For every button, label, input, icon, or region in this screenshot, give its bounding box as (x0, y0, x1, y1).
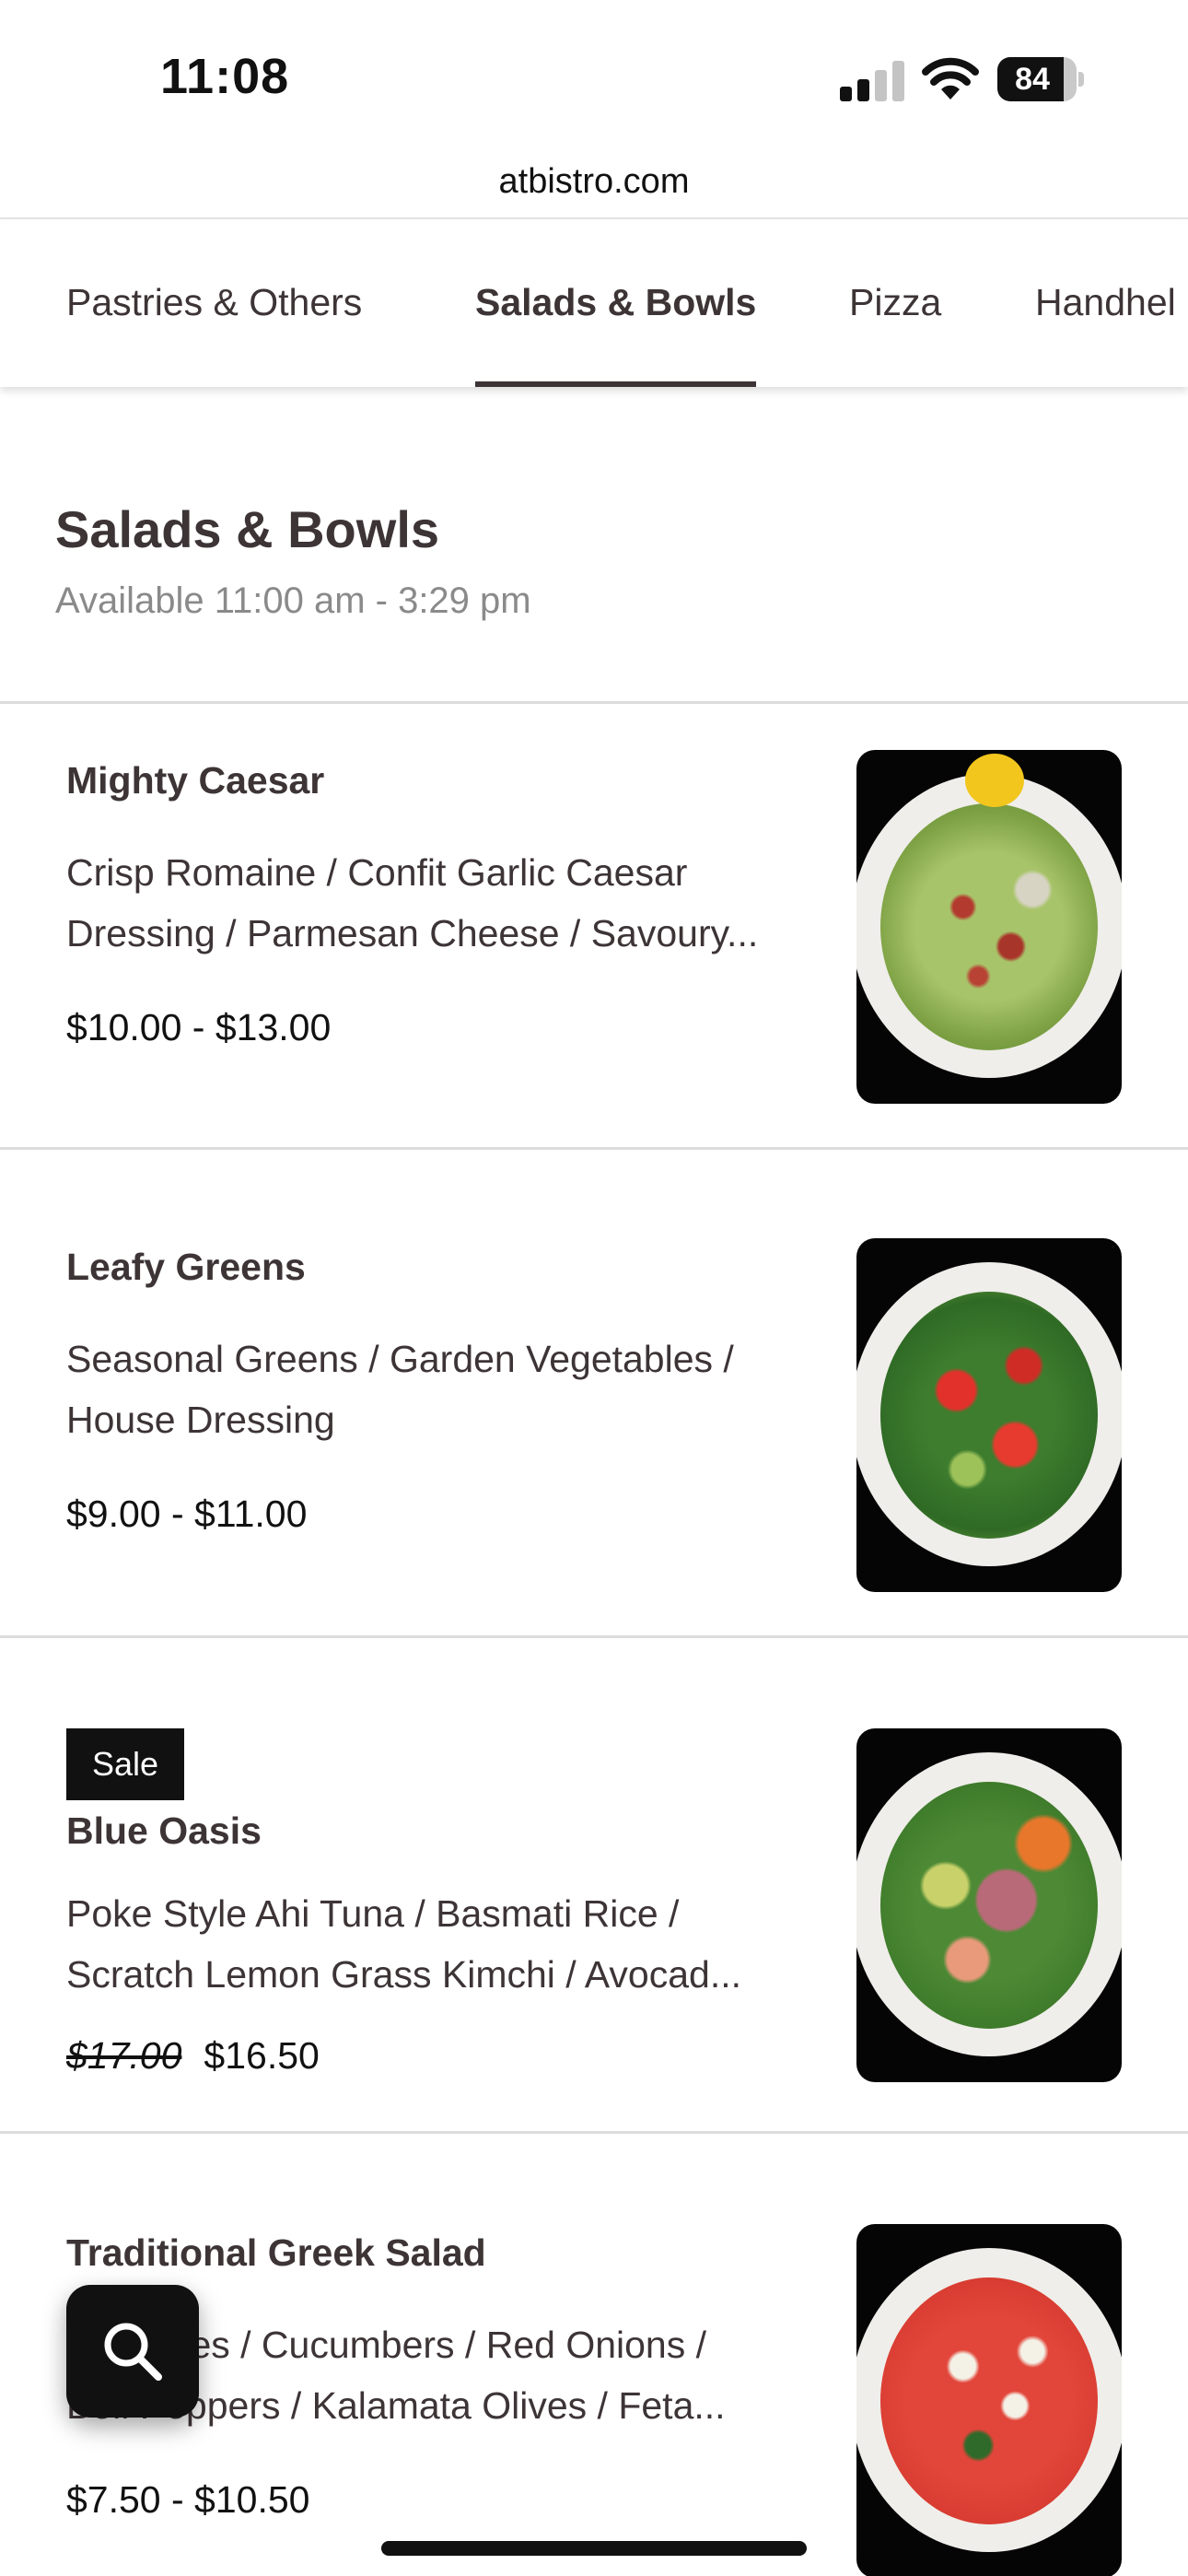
home-indicator[interactable] (381, 2541, 807, 2556)
wifi-icon (921, 55, 980, 101)
item-image-greek-salad[interactable] (856, 2224, 1122, 2576)
cellular-signal-icon (840, 59, 904, 101)
sale-badge: Sale (66, 1728, 184, 1800)
item-description: Seasonal Greens / Garden Vegetables / Ho… (66, 1338, 734, 1441)
menu-item-blue-oasis[interactable]: Sale Blue Oasis Poke Style Ahi Tuna / Ba… (0, 1638, 1188, 2134)
status-time: 11:08 (160, 49, 290, 104)
tab-pastries-others[interactable]: Pastries & Others (66, 219, 362, 387)
tab-pizza[interactable]: Pizza (849, 219, 941, 387)
item-price: $9.00 - $11.00 (66, 1493, 308, 1535)
item-description: Poke Style Ahi Tuna / Basmati Rice / Scr… (66, 1892, 741, 1996)
category-tabs: Pastries & Others Salads & Bowls Pizza H… (0, 217, 1188, 387)
tab-label: Handhel (1035, 281, 1176, 323)
battery-level: 84 (1015, 62, 1050, 97)
item-price: $17.00 $16.50 (66, 2034, 320, 2078)
item-name: Leafy Greens (66, 1246, 306, 1288)
battery-icon: 84 (997, 57, 1084, 101)
tab-salads-bowls[interactable]: Salads & Bowls (475, 219, 757, 387)
item-name: Blue Oasis (66, 1809, 262, 1852)
search-button[interactable] (66, 2285, 199, 2418)
item-price: $7.50 - $10.50 (66, 2478, 310, 2521)
tab-label: Salads & Bowls (475, 281, 757, 323)
tab-handhelds[interactable]: Handhel (1035, 219, 1176, 387)
item-description: Crisp Romaine / Confit Garlic Caesar Dre… (66, 851, 759, 954)
tab-label: Pastries & Others (66, 281, 363, 323)
item-image-caesar-salad[interactable] (856, 750, 1122, 1104)
item-name: Mighty Caesar (66, 759, 325, 802)
item-image-ahi-tuna-bowl[interactable] (856, 1728, 1122, 2082)
item-price: $10.00 - $13.00 (66, 1006, 332, 1048)
item-name: Traditional Greek Salad (66, 2231, 486, 2274)
menu-item-leafy-greens[interactable]: Leafy Greens Seasonal Greens / Garden Ve… (0, 1150, 1188, 1638)
section-availability: Available 11:00 am - 3:29 pm (55, 580, 531, 621)
menu-item-mighty-caesar[interactable]: Mighty Caesar Crisp Romaine / Confit Gar… (0, 704, 1188, 1150)
item-image-leafy-greens[interactable] (856, 1238, 1122, 1592)
status-bar: 11:08 84 (0, 0, 1188, 157)
section-header: Salads & Bowls Available 11:00 am - 3:29… (0, 387, 1188, 704)
tab-label: Pizza (849, 281, 942, 323)
search-icon (104, 2323, 162, 2381)
section-title: Salads & Bowls (55, 500, 440, 558)
browser-url[interactable]: atbistro.com (0, 157, 1188, 217)
original-price: $17.00 (66, 2034, 182, 2077)
sale-price: $16.50 (204, 2034, 320, 2077)
